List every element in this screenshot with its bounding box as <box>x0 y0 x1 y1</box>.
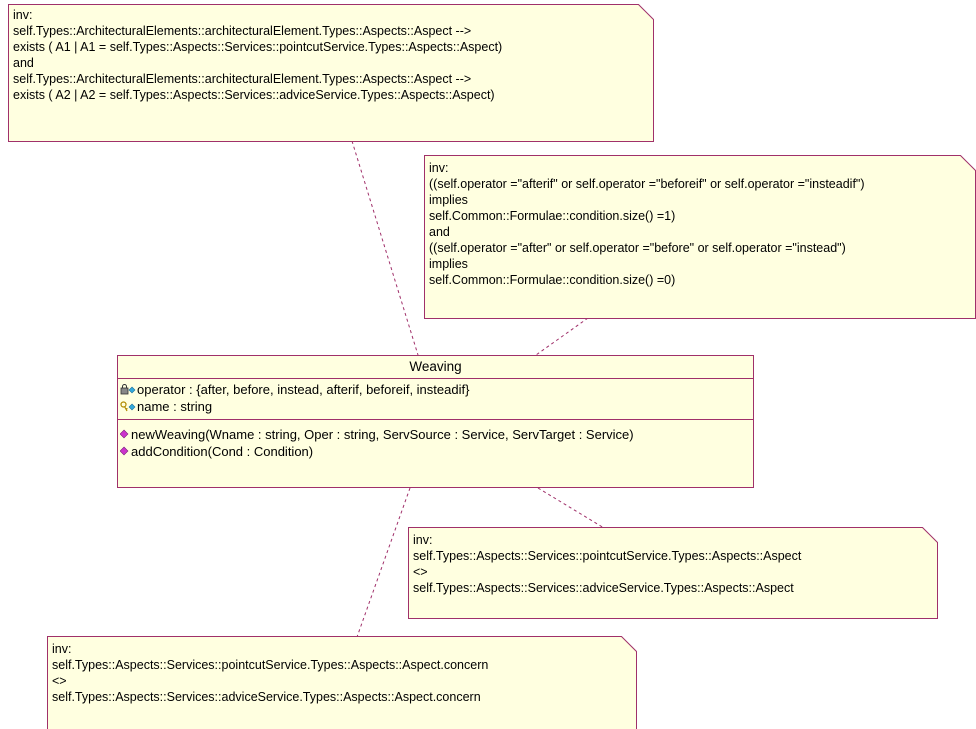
note-line: self.Common::Formulae::condition.size() … <box>429 209 676 223</box>
ocl-note-1[interactable]: inv: self.Types::ArchitecturalElements::… <box>8 4 654 142</box>
weaving-class[interactable]: Weaving operator : {after, before, inste… <box>117 355 754 488</box>
connector-note1 <box>351 140 419 356</box>
note-line: self.Types::Aspects::Services::pointcutS… <box>52 658 489 672</box>
note-fold-icon <box>621 636 637 652</box>
operation-icon <box>120 429 129 438</box>
note-line: <> <box>52 674 67 688</box>
key-attribute-icon <box>120 400 136 411</box>
note-line: self.Types::Aspects::Services::adviceSer… <box>52 690 481 704</box>
operation-newweaving[interactable]: newWeaving(Wname : string, Oper : string… <box>120 426 751 443</box>
note-line: exists ( A1 | A1 = self.Types::Aspects::… <box>13 40 503 54</box>
operation-addcondition[interactable]: addCondition(Cond : Condition) <box>120 443 751 460</box>
connector-note4 <box>356 487 411 638</box>
note-line: self.Common::Formulae::condition.size() … <box>429 273 676 287</box>
operation-compartment: newWeaving(Wname : string, Oper : string… <box>118 420 753 462</box>
note-line: <> <box>413 565 428 579</box>
operation-text: newWeaving(Wname : string, Oper : string… <box>131 427 634 442</box>
note-fold-icon <box>960 155 976 171</box>
note-line: and <box>429 225 450 239</box>
note-line: inv: <box>13 8 33 22</box>
note-fold-icon <box>922 527 938 543</box>
note-line: inv: <box>429 161 449 175</box>
note-line: ((self.operator ="after" or self.operato… <box>429 241 846 255</box>
attribute-text: operator : {after, before, instead, afte… <box>137 382 470 397</box>
note-line: implies <box>429 257 468 271</box>
note-line: self.Types::Aspects::Services::adviceSer… <box>413 581 794 595</box>
note-line: inv: <box>413 533 433 547</box>
note-line: exists ( A2 | A2 = self.Types::Aspects::… <box>13 88 495 102</box>
connector-note3 <box>537 487 605 529</box>
attribute-operator[interactable]: operator : {after, before, instead, afte… <box>120 381 751 398</box>
attribute-name[interactable]: name : string <box>120 398 751 415</box>
ocl-note-3[interactable]: inv: self.Types::Aspects::Services::poin… <box>408 527 938 619</box>
connector-note2 <box>535 317 589 356</box>
note-line: self.Types::ArchitecturalElements::archi… <box>13 24 472 38</box>
note-line: ((self.operator ="afterif" or self.opera… <box>429 177 865 191</box>
class-name: Weaving <box>118 356 753 379</box>
attribute-compartment: operator : {after, before, instead, afte… <box>118 379 753 420</box>
note-line: implies <box>429 193 468 207</box>
note-line: self.Types::ArchitecturalElements::archi… <box>13 72 472 86</box>
ocl-note-4[interactable]: inv: self.Types::Aspects::Services::poin… <box>47 636 637 729</box>
attribute-text: name : string <box>137 399 213 414</box>
note-fold-icon <box>638 4 654 20</box>
ocl-note-2[interactable]: inv: ((self.operator ="afterif" or self.… <box>424 155 976 319</box>
operation-text: addCondition(Cond : Condition) <box>131 444 314 459</box>
lock-attribute-icon <box>120 383 136 394</box>
note-line: inv: <box>52 642 72 656</box>
note-line: and <box>13 56 34 70</box>
note-line: self.Types::Aspects::Services::pointcutS… <box>413 549 802 563</box>
operation-icon <box>120 446 129 455</box>
